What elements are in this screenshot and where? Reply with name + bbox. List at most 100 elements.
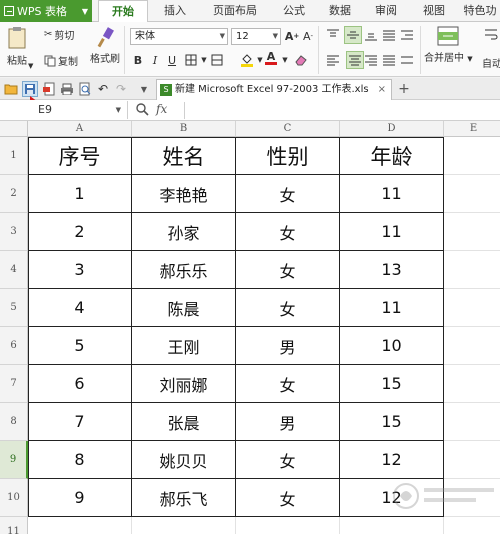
underline-button[interactable]: U	[165, 53, 179, 67]
table-cell[interactable]: 女	[236, 289, 340, 327]
name-box[interactable]: E9 ▼	[0, 101, 128, 119]
merge-cells-small-button[interactable]	[210, 53, 224, 67]
borders-dropdown[interactable]: ▼	[197, 53, 211, 67]
table-cell[interactable]	[444, 517, 500, 534]
table-cell[interactable]	[444, 213, 500, 251]
table-cell[interactable]: 15	[340, 365, 444, 403]
column-header-a[interactable]: A	[28, 121, 132, 137]
paste-button[interactable]: 粘贴	[6, 26, 28, 67]
align-left-button[interactable]	[326, 53, 340, 67]
text-direction-button[interactable]	[382, 28, 396, 42]
row-header-8[interactable]: 8	[0, 403, 28, 441]
tab-home[interactable]: 开始	[98, 0, 148, 23]
font-size-select[interactable]: 12 ▼	[231, 28, 281, 45]
font-color-dropdown[interactable]: ▼	[278, 53, 292, 67]
table-cell[interactable]: 1	[28, 175, 132, 213]
table-cell[interactable]: 11	[340, 175, 444, 213]
table-cell[interactable]: 7	[28, 403, 132, 441]
table-cell[interactable]	[444, 403, 500, 441]
table-header-cell[interactable]: 年龄	[340, 137, 444, 175]
indent-button[interactable]	[400, 28, 414, 42]
table-cell[interactable]: 11	[340, 213, 444, 251]
font-color-button[interactable]: A	[264, 51, 278, 65]
row-header-7[interactable]: 7	[0, 365, 28, 403]
table-cell[interactable]	[236, 517, 340, 534]
merge-center-button[interactable]: 合并居中 ▼	[424, 26, 473, 64]
format-painter-button[interactable]: 格式刷	[90, 26, 120, 65]
align-center-button[interactable]	[346, 51, 364, 69]
table-cell[interactable]: 王刚	[132, 327, 236, 365]
cut-button[interactable]: ✂ 剪切	[44, 27, 74, 42]
table-cell[interactable]: 李艳艳	[132, 175, 236, 213]
tab-page-layout[interactable]: 页面布局	[200, 0, 270, 22]
table-cell[interactable]: 郝乐乐	[132, 251, 236, 289]
table-header-cell[interactable]: 序号	[28, 137, 132, 175]
table-cell[interactable]: 9	[28, 479, 132, 517]
table-cell[interactable]: 陈晨	[132, 289, 236, 327]
copy-button[interactable]: 复制	[44, 53, 78, 68]
tab-data[interactable]: 数据	[318, 0, 362, 22]
row-header-2[interactable]: 2	[0, 175, 28, 213]
column-header-e[interactable]: E	[444, 121, 500, 137]
align-bottom-button[interactable]	[364, 28, 378, 42]
table-header-cell[interactable]: 性别	[236, 137, 340, 175]
table-cell[interactable]: 郝乐飞	[132, 479, 236, 517]
justify-button[interactable]	[382, 53, 396, 67]
distribute-button[interactable]	[400, 53, 414, 67]
row-header-6[interactable]: 6	[0, 327, 28, 365]
table-cell[interactable]: 男	[236, 403, 340, 441]
table-cell[interactable]	[444, 175, 500, 213]
table-cell[interactable]	[444, 441, 500, 479]
table-cell[interactable]: 女	[236, 251, 340, 289]
table-cell[interactable]: 孙家	[132, 213, 236, 251]
table-cell[interactable]: 11	[340, 289, 444, 327]
app-menu-button[interactable]: WPS 表格 ▼	[0, 0, 92, 22]
tab-special[interactable]: 特色功	[460, 0, 500, 22]
table-cell[interactable]	[444, 137, 500, 175]
row-header-5[interactable]: 5	[0, 289, 28, 327]
new-tab-button[interactable]: +	[396, 81, 412, 97]
bold-button[interactable]: B	[131, 53, 145, 67]
table-cell[interactable]	[444, 289, 500, 327]
formula-input[interactable]	[184, 102, 500, 119]
table-header-cell[interactable]: 姓名	[132, 137, 236, 175]
row-header-11[interactable]: 11	[0, 517, 28, 534]
table-cell[interactable]: 刘丽娜	[132, 365, 236, 403]
font-name-select[interactable]: 宋体 ▼	[130, 28, 228, 45]
close-tab-button[interactable]: ×	[378, 80, 386, 100]
align-right-button[interactable]	[364, 53, 378, 67]
column-header-b[interactable]: B	[132, 121, 236, 137]
tab-review[interactable]: 审阅	[364, 0, 408, 22]
table-cell[interactable]	[28, 517, 132, 534]
column-header-c[interactable]: C	[236, 121, 340, 137]
select-all-corner[interactable]	[0, 121, 28, 137]
table-cell[interactable]: 12	[340, 441, 444, 479]
table-cell[interactable]	[132, 517, 236, 534]
tab-formulas[interactable]: 公式	[272, 0, 316, 22]
customize-toolbar-button[interactable]: ▼	[136, 81, 152, 97]
row-header-9[interactable]: 9	[0, 441, 28, 479]
table-cell[interactable]: 女	[236, 365, 340, 403]
print-button[interactable]	[59, 81, 75, 97]
table-cell[interactable]	[444, 327, 500, 365]
table-cell[interactable]: 4	[28, 289, 132, 327]
wrap-text-icon[interactable]	[484, 28, 498, 42]
fill-color-button[interactable]	[240, 53, 254, 67]
table-cell[interactable]: 男	[236, 327, 340, 365]
zoom-formula-button[interactable]	[136, 103, 149, 119]
table-cell[interactable]: 女	[236, 441, 340, 479]
undo-button[interactable]: ↶	[95, 81, 111, 97]
auto-wrap-button[interactable]: 自动	[482, 55, 500, 70]
table-cell[interactable]: 15	[340, 403, 444, 441]
table-cell[interactable]	[340, 517, 444, 534]
column-header-d[interactable]: D	[340, 121, 444, 137]
table-cell[interactable]: 8	[28, 441, 132, 479]
increase-font-button[interactable]: A +	[285, 29, 299, 43]
table-cell[interactable]: 3	[28, 251, 132, 289]
insert-function-button[interactable]: fx	[156, 102, 167, 116]
tab-view[interactable]: 视图	[412, 0, 456, 22]
paste-dropdown[interactable]: ▼	[28, 62, 33, 70]
tab-insert[interactable]: 插入	[152, 0, 198, 22]
borders-button[interactable]	[184, 53, 198, 67]
document-tab[interactable]: S 新建 Microsoft Excel 97-2003 工作表.xls ×	[156, 79, 392, 100]
